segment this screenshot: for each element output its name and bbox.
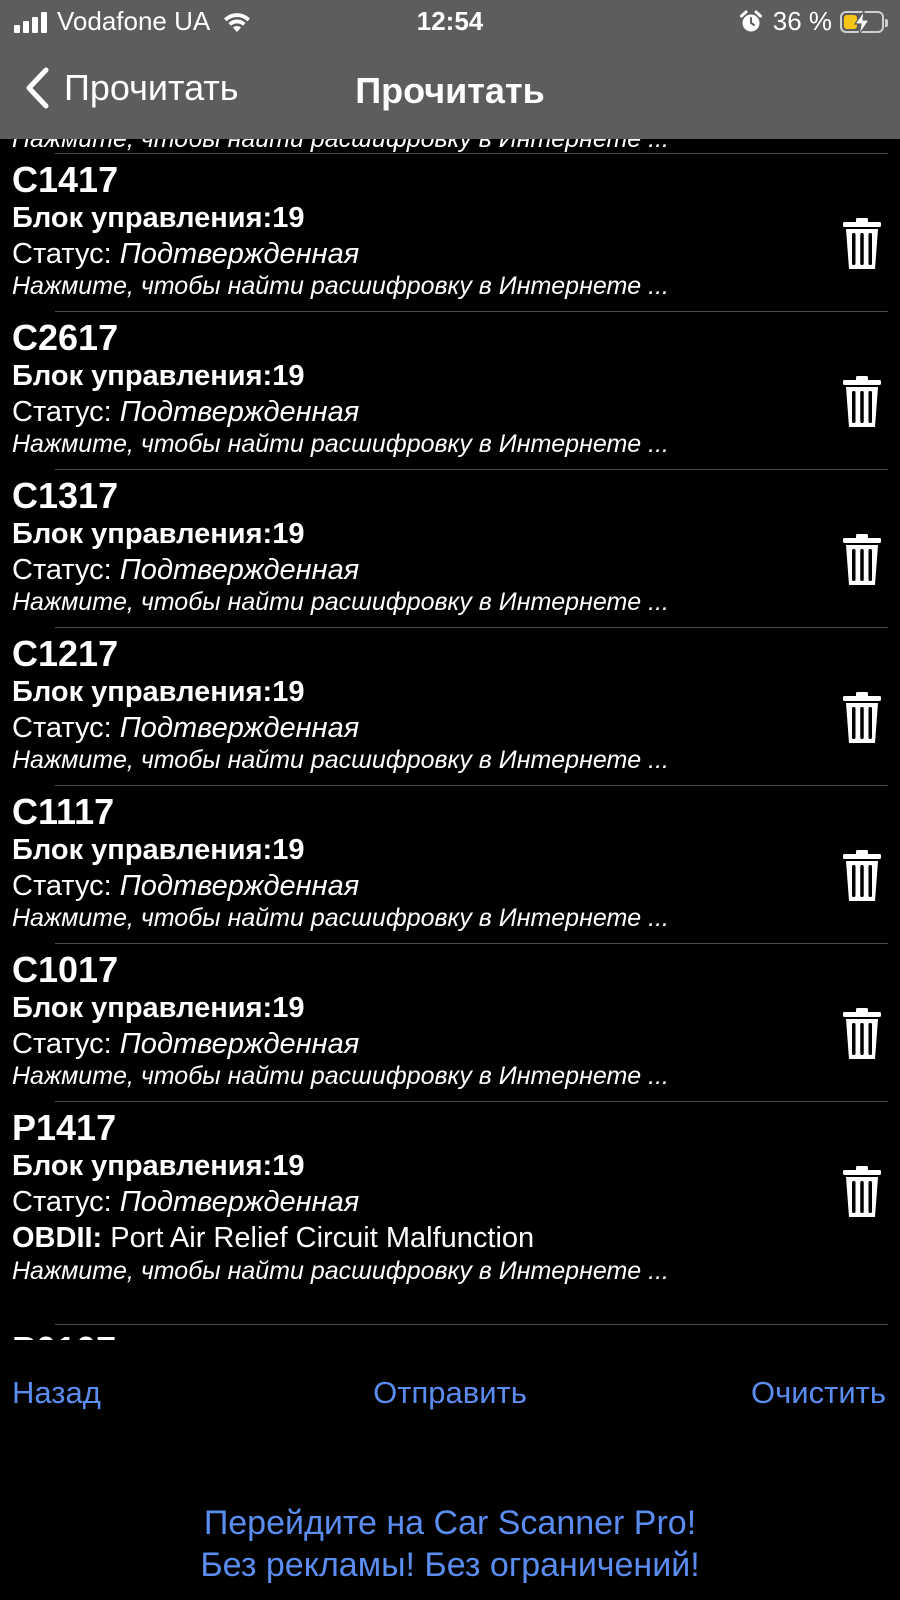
status-value: Подтвержденная [119,396,360,428]
obd-text: Port Air Relief Circuit Malfunction [110,1222,535,1254]
status-label: Статус: [12,396,112,428]
ecu-label: Блок управления:19 [12,360,305,392]
page-title: Прочитать [355,70,545,111]
obd-description: OBDII: Port Air Relief Circuit Malfuncti… [12,1222,534,1255]
dtc-code: P1417 [12,1107,117,1148]
obd-label: OBDII: [12,1222,103,1254]
search-hint-link[interactable]: Нажмите, чтобы найти расшифровку в Интер… [12,430,669,459]
trash-icon[interactable] [842,691,882,745]
separator [55,1324,888,1325]
status-label: Статус: [12,1028,112,1060]
list-item[interactable]: C1017 Блок управления:19 Статус: Подтвер… [0,949,900,1090]
trash-icon[interactable] [842,375,882,429]
battery-icon [840,10,888,35]
status-value: Подтвержденная [119,870,360,902]
status-label: Статус: [12,554,112,586]
ecu-label: Блок управления:19 [12,676,305,708]
promo-line-1: Перейдите на Car Scanner Pro! [203,1504,697,1542]
dtc-code: C1117 [12,791,115,832]
separator [55,469,888,470]
trash-icon[interactable] [842,533,882,587]
status-line: Статус: Подтвержденная [12,1028,359,1061]
list-item[interactable]: C1317 Блок управления:19 Статус: Подтвер… [0,475,900,616]
list-item[interactable]: C2617 Блок управления:19 Статус: Подтвер… [0,317,900,458]
promo-line-2: Без рекламы! Без ограничений! [200,1546,700,1584]
status-value: Подтвержденная [119,238,360,270]
status-value: Подтвержденная [119,1186,360,1218]
trash-icon[interactable] [842,217,882,271]
dtc-code-partial: P0107 [12,1329,116,1340]
ecu-label: Блок управления:19 [12,518,305,550]
list-item-partial-hint: Нажмите, чтобы найти расшифровку в Интер… [12,139,669,153]
pro-upgrade-banner[interactable]: Перейдите на Car Scanner Pro! Без реклам… [0,1502,900,1586]
ecu-label: Блок управления:19 [12,202,305,234]
search-hint-link[interactable]: Нажмите, чтобы найти расшифровку в Интер… [12,1257,669,1286]
status-value: Подтвержденная [119,554,360,586]
status-bar: Vodafone UA 12:54 36 % [0,0,900,46]
search-hint-link[interactable]: Нажмите, чтобы найти расшифровку в Интер… [12,904,669,933]
list-item[interactable]: C1217 Блок управления:19 Статус: Подтвер… [0,633,900,774]
list-item[interactable]: P1417 Блок управления:19 Статус: Подтвер… [0,1107,900,1297]
status-line: Статус: Подтвержденная [12,1186,359,1219]
dtc-code: C1417 [12,159,119,200]
bottom-toolbar: Назад Отправить Очистить [0,1375,900,1435]
list-item[interactable]: C1417 Блок управления:19 Статус: Подтвер… [0,159,900,300]
status-label: Статус: [12,870,112,902]
list-item[interactable]: C1117 Блок управления:19 Статус: Подтвер… [0,791,900,932]
search-hint-link[interactable]: Нажмите, чтобы найти расшифровку в Интер… [12,272,669,301]
search-hint-link[interactable]: Нажмите, чтобы найти расшифровку в Интер… [12,746,669,775]
status-right: 36 % [739,6,888,37]
status-line: Статус: Подтвержденная [12,238,359,271]
status-line: Статус: Подтвержденная [12,712,359,745]
status-label: Статус: [12,712,112,744]
ecu-label: Блок управления:19 [12,1150,305,1182]
separator [55,311,888,312]
dtc-code: C1317 [12,475,119,516]
separator [55,943,888,944]
trash-icon[interactable] [842,1165,882,1219]
alarm-icon [739,10,762,31]
status-line: Статус: Подтвержденная [12,396,359,429]
trash-icon[interactable] [842,849,882,903]
separator [55,1101,888,1102]
status-value: Подтвержденная [119,1028,360,1060]
navigation-bar: Прочитать Прочитать [0,46,900,139]
separator [55,627,888,628]
status-label: Статус: [12,238,112,270]
clear-button[interactable]: Очистить [751,1375,886,1411]
ecu-label: Блок управления:19 [12,834,305,866]
trash-icon[interactable] [842,1007,882,1061]
ecu-label: Блок управления:19 [12,992,305,1024]
status-line: Статус: Подтвержденная [12,554,359,587]
dtc-code: C1217 [12,633,119,674]
status-value: Подтвержденная [119,712,360,744]
search-hint-link[interactable]: Нажмите, чтобы найти расшифровку в Интер… [12,588,669,617]
status-label: Статус: [12,1186,112,1218]
dtc-code: C1017 [12,949,119,990]
charging-bolt-icon [853,10,871,35]
search-hint-link[interactable]: Нажмите, чтобы найти расшифровку в Интер… [12,1062,669,1091]
battery-percent: 36 % [772,6,832,36]
separator [55,785,888,786]
separator [55,153,888,154]
error-code-list[interactable]: Нажмите, чтобы найти расшифровку в Интер… [0,139,900,1340]
status-line: Статус: Подтвержденная [12,870,359,903]
dtc-code: C2617 [12,317,119,358]
